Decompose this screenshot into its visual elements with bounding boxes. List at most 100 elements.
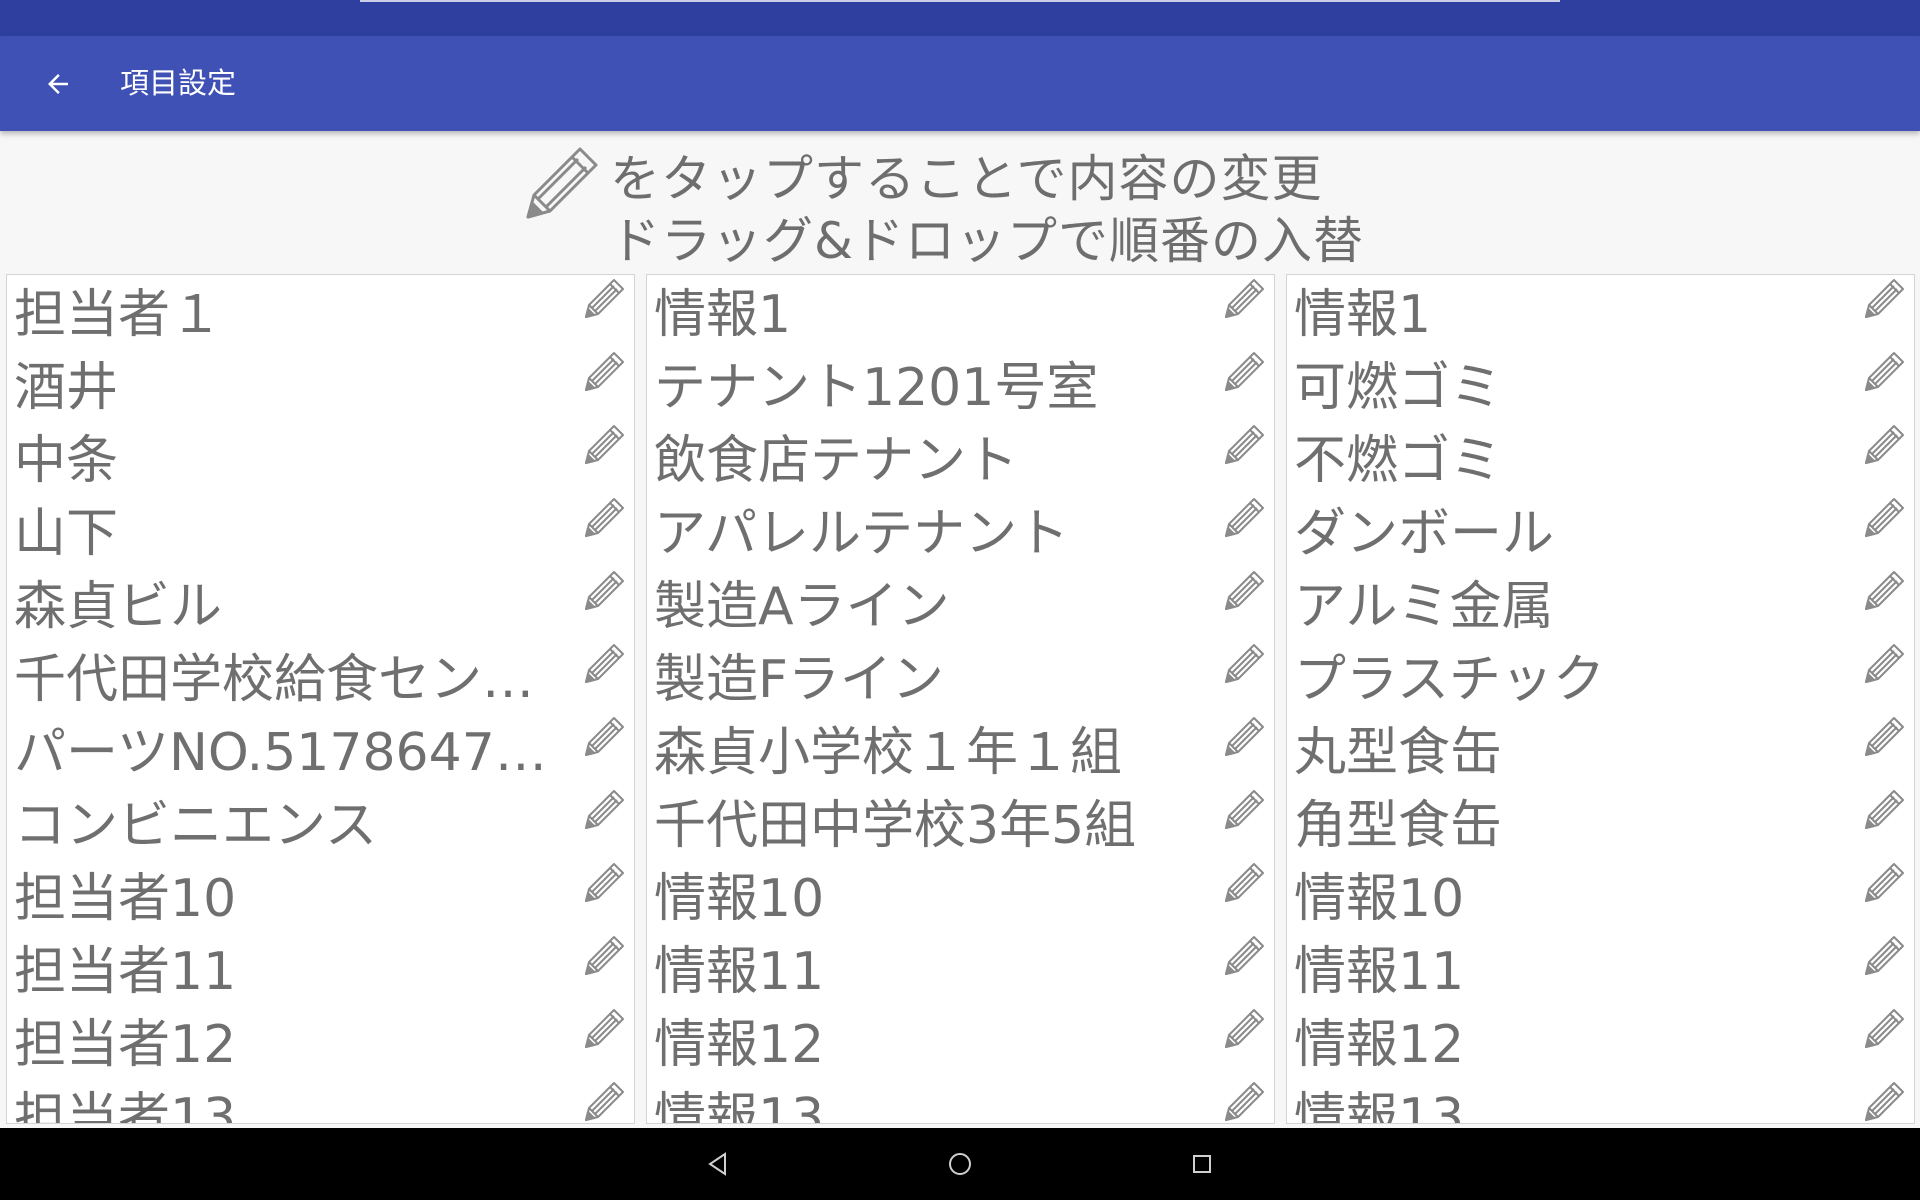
pencil-icon [1225, 1009, 1264, 1048]
list-item[interactable]: 製造Aライン [647, 567, 1274, 640]
list-item-label: 千代田学校給食センター [14, 650, 574, 710]
edit-button[interactable] [1220, 932, 1268, 980]
back-button[interactable] [30, 56, 86, 112]
list-item[interactable]: アパレルテナント [647, 494, 1274, 567]
edit-button[interactable] [1220, 786, 1268, 834]
list-item[interactable]: 飲食店テナント [647, 421, 1274, 494]
edit-button[interactable] [580, 859, 628, 907]
list-item-label: 情報13 [1294, 1088, 1465, 1124]
edit-button[interactable] [1860, 786, 1908, 834]
list-item[interactable]: 担当者12 [7, 1005, 634, 1078]
list-item[interactable]: アルミ金属 [1287, 567, 1914, 640]
edit-button[interactable] [580, 1078, 628, 1123]
edit-button[interactable] [580, 640, 628, 688]
list-item-label: アパレルテナント [654, 504, 1069, 564]
list-item[interactable]: 担当者11 [7, 932, 634, 1005]
item-list-column-1[interactable]: 担当者１ 酒井 中条 山下 森貞ビル千代田学校給食センター パーツNO.5178647AZ… [6, 274, 635, 1124]
edit-button[interactable] [1860, 567, 1908, 615]
edit-button[interactable] [580, 567, 628, 615]
list-item[interactable]: 情報11 [647, 932, 1274, 1005]
list-item[interactable]: パーツNO.5178647AZE [7, 713, 634, 786]
list-item[interactable]: 中条 [7, 421, 634, 494]
list-item-label: 担当者11 [14, 942, 237, 1002]
list-item[interactable]: 千代田中学校3年5組 [647, 786, 1274, 859]
edit-button[interactable] [1860, 640, 1908, 688]
list-item[interactable]: 不燃ゴミ [1287, 421, 1914, 494]
edit-button[interactable] [1860, 859, 1908, 907]
list-item[interactable]: 情報12 [1287, 1005, 1914, 1078]
list-item[interactable]: 可燃ゴミ [1287, 348, 1914, 421]
pencil-icon [1225, 1082, 1264, 1121]
list-item-label: 千代田中学校3年5組 [654, 796, 1137, 856]
circle-home-icon [949, 1153, 971, 1175]
list-item[interactable]: ダンボール [1287, 494, 1914, 567]
pencil-icon [585, 279, 624, 318]
nav-recents-button[interactable] [1178, 1140, 1226, 1188]
list-item-label: 情報1 [1294, 285, 1432, 345]
list-item[interactable]: 情報13 [647, 1078, 1274, 1123]
page-title: 項目設定 [120, 66, 237, 100]
list-item[interactable]: 森貞ビル [7, 567, 634, 640]
list-item[interactable]: 酒井 [7, 348, 634, 421]
list-item[interactable]: 情報1 [647, 275, 1274, 348]
list-item[interactable]: 山下 [7, 494, 634, 567]
nav-back-button[interactable] [694, 1140, 742, 1188]
status-bar [0, 0, 1920, 36]
list-item[interactable]: 角型食缶 [1287, 786, 1914, 859]
edit-button[interactable] [1220, 275, 1268, 323]
list-item-label: 担当者13 [14, 1088, 237, 1124]
pencil-icon [1225, 571, 1264, 610]
edit-button[interactable] [1220, 1005, 1268, 1053]
edit-button[interactable] [580, 713, 628, 761]
navigation-bar [0, 1128, 1920, 1200]
edit-button[interactable] [580, 348, 628, 396]
list-item[interactable]: 製造Fライン [647, 640, 1274, 713]
edit-button[interactable] [580, 275, 628, 323]
pencil-icon [1225, 717, 1264, 756]
item-list-column-3[interactable]: 情報1 可燃ゴミ 不燃ゴミ ダンボール アルミ金属 プラスチック 丸型食缶 角型食缶 情報10 情… [1286, 274, 1915, 1124]
list-item-label: プラスチック [1294, 650, 1605, 710]
list-item[interactable]: 情報12 [647, 1005, 1274, 1078]
list-item[interactable]: 森貞小学校１年１組 [647, 713, 1274, 786]
list-item[interactable]: 情報10 [1287, 859, 1914, 932]
edit-button[interactable] [1860, 494, 1908, 542]
edit-button[interactable] [1860, 1078, 1908, 1123]
pencil-icon [1865, 936, 1904, 975]
list-item[interactable]: テナント1201号室 [647, 348, 1274, 421]
edit-button[interactable] [1220, 713, 1268, 761]
edit-button[interactable] [580, 421, 628, 469]
edit-button[interactable] [1220, 640, 1268, 688]
edit-button[interactable] [1860, 348, 1908, 396]
nav-home-button[interactable] [936, 1140, 984, 1188]
pencil-icon [1865, 790, 1904, 829]
edit-button[interactable] [1860, 932, 1908, 980]
list-item[interactable]: コンビニエンス [7, 786, 634, 859]
item-list-column-2[interactable]: 情報1 テナント1201号室 飲食店テナントアパレルテナント 製造Aライン 製造Fライン… [646, 274, 1275, 1124]
edit-button[interactable] [580, 1005, 628, 1053]
edit-button[interactable] [580, 786, 628, 834]
edit-button[interactable] [1860, 421, 1908, 469]
list-item[interactable]: 千代田学校給食センター [7, 640, 634, 713]
list-item[interactable]: プラスチック [1287, 640, 1914, 713]
edit-button[interactable] [1220, 859, 1268, 907]
edit-button[interactable] [1220, 348, 1268, 396]
edit-button[interactable] [1220, 567, 1268, 615]
list-item[interactable]: 情報10 [647, 859, 1274, 932]
pencil-icon [1865, 571, 1904, 610]
edit-button[interactable] [1220, 421, 1268, 469]
list-item[interactable]: 担当者１ [7, 275, 634, 348]
list-item[interactable]: 担当者13 [7, 1078, 634, 1124]
list-item-label: 情報1 [654, 285, 792, 345]
edit-button[interactable] [1860, 275, 1908, 323]
list-item[interactable]: 丸型食缶 [1287, 713, 1914, 786]
edit-button[interactable] [1860, 713, 1908, 761]
edit-button[interactable] [1860, 1005, 1908, 1053]
list-item[interactable]: 担当者10 [7, 859, 634, 932]
edit-button[interactable] [580, 932, 628, 980]
list-item[interactable]: 情報1 [1287, 275, 1914, 348]
list-item[interactable]: 情報11 [1287, 932, 1914, 1005]
edit-button[interactable] [1220, 494, 1268, 542]
edit-button[interactable] [580, 494, 628, 542]
list-item[interactable]: 情報13 [1287, 1078, 1914, 1124]
edit-button[interactable] [1220, 1078, 1268, 1123]
